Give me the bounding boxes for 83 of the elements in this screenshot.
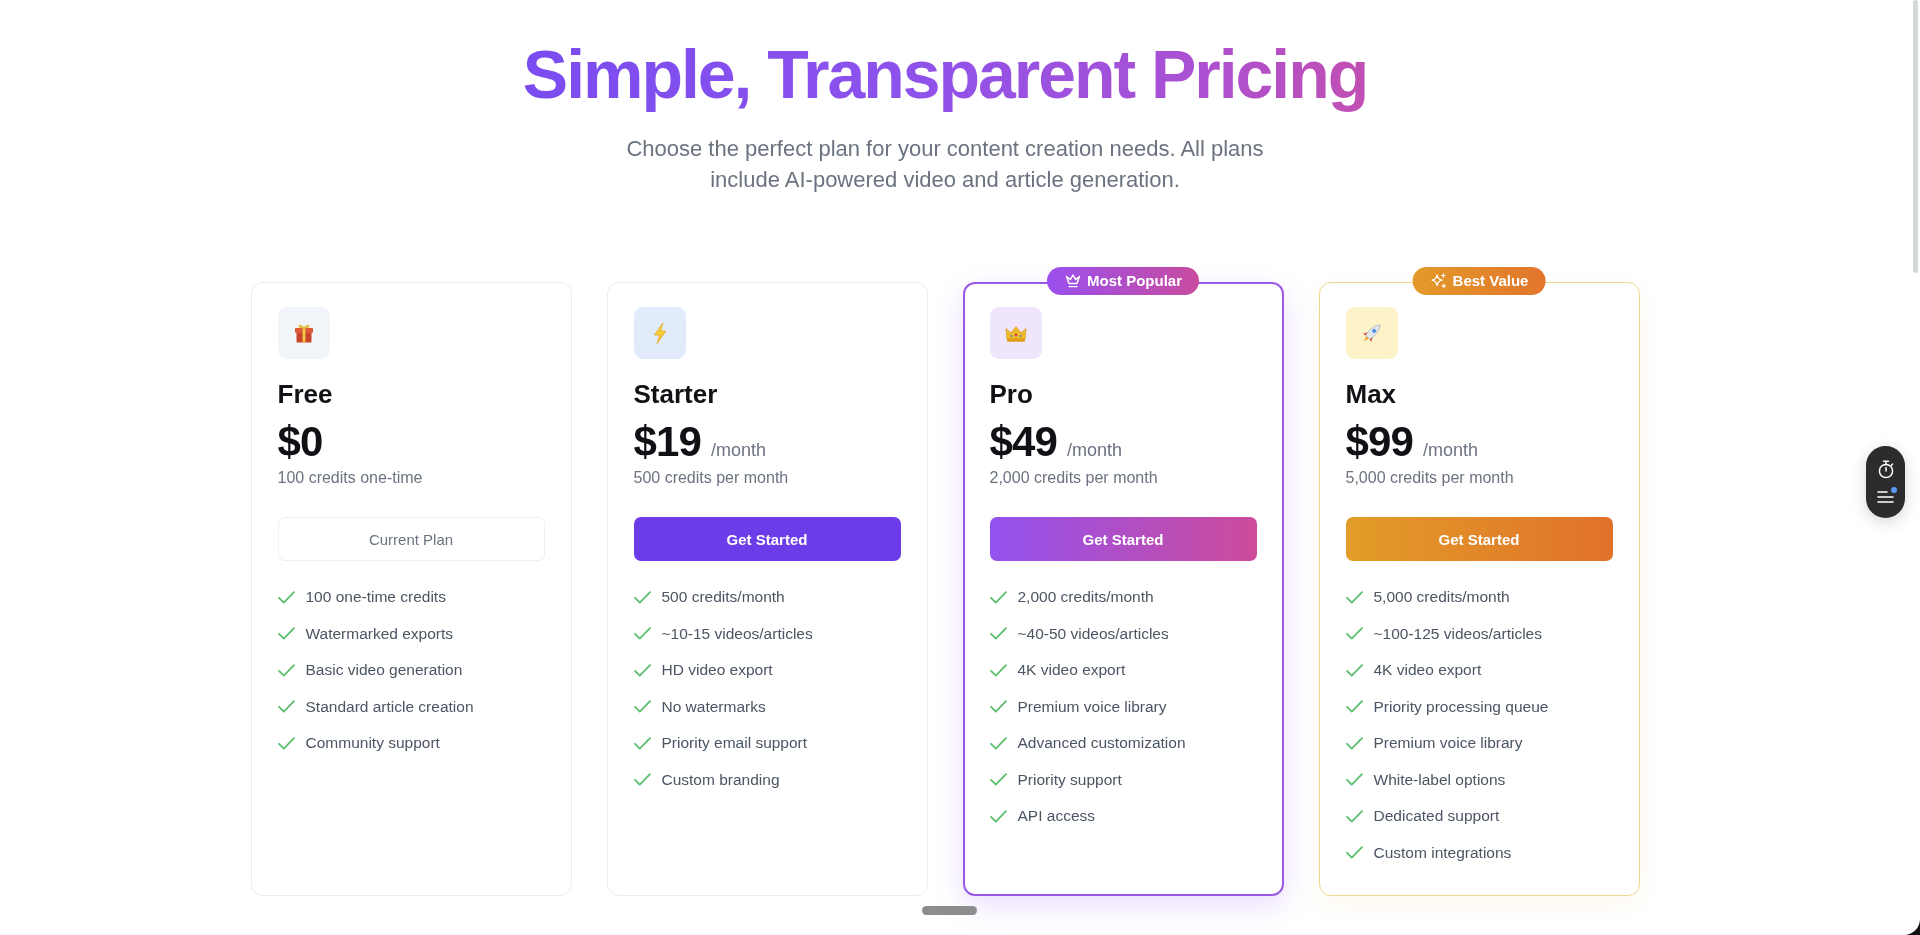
check-icon bbox=[277, 700, 295, 713]
crown-icon bbox=[989, 307, 1042, 359]
plan-price: $0 bbox=[277, 418, 323, 466]
feature-text: No watermarks bbox=[661, 696, 766, 717]
feature-text: Priority support bbox=[1017, 769, 1122, 790]
feature-text: Custom branding bbox=[661, 769, 780, 790]
feature-text: ~40-50 videos/articles bbox=[1017, 623, 1169, 644]
feature-text: Priority email support bbox=[661, 733, 808, 753]
check-icon bbox=[989, 700, 1007, 713]
feature-text: Custom integrations bbox=[1373, 842, 1512, 863]
check-icon bbox=[277, 736, 295, 750]
billing-period: /month bbox=[1423, 439, 1479, 462]
feature-text: 5,000 credits/month bbox=[1373, 587, 1510, 607]
feature-text: Watermarked exports bbox=[305, 623, 454, 644]
plan-button[interactable]: Get Started bbox=[633, 517, 901, 561]
check-icon bbox=[989, 590, 1007, 604]
sparkles-icon bbox=[1430, 273, 1447, 289]
feature-text: Standard article creation bbox=[305, 696, 474, 717]
check-icon bbox=[277, 590, 295, 604]
plan-price: $49 bbox=[989, 418, 1058, 466]
scrollbar-thumb[interactable] bbox=[1913, 0, 1918, 273]
check-icon bbox=[989, 736, 1007, 750]
check-icon bbox=[989, 663, 1007, 677]
menu-icon[interactable] bbox=[1877, 490, 1894, 504]
check-icon bbox=[277, 627, 295, 640]
feature-text: API access bbox=[1017, 806, 1096, 826]
credits-note: 500 credits per month bbox=[633, 468, 789, 488]
credits-note: 100 credits one-time bbox=[277, 468, 423, 488]
plan-price: $99 bbox=[1345, 418, 1414, 466]
check-icon bbox=[633, 590, 651, 604]
check-icon bbox=[1345, 736, 1363, 750]
billing-period: /month bbox=[1067, 439, 1123, 462]
check-icon bbox=[989, 627, 1007, 640]
check-icon bbox=[989, 773, 1007, 786]
check-icon bbox=[1345, 590, 1363, 604]
drag-handle[interactable] bbox=[922, 906, 977, 915]
check-icon bbox=[633, 773, 651, 786]
check-icon bbox=[633, 627, 651, 640]
stopwatch-icon[interactable] bbox=[1876, 460, 1895, 479]
credits-note: 5,000 credits per month bbox=[1345, 468, 1514, 488]
plan-price: $19 bbox=[633, 418, 702, 466]
check-icon bbox=[1345, 663, 1363, 677]
check-icon bbox=[1345, 627, 1363, 640]
plan-button[interactable]: Get Started bbox=[1345, 517, 1613, 561]
feature-text: Priority processing queue bbox=[1373, 696, 1549, 717]
feature-text: Community support bbox=[305, 733, 440, 753]
check-icon bbox=[1345, 773, 1363, 786]
feature-text: HD video export bbox=[661, 660, 773, 680]
check-icon bbox=[277, 663, 295, 677]
feature-text: 100 one-time credits bbox=[305, 587, 446, 607]
page-subtitle: Choose the perfect plan for your content creation needs. All plans include AI-powered video and article generation. bbox=[625, 135, 1265, 194]
feature-text: Advanced customization bbox=[1017, 733, 1186, 753]
feature-text: 4K video export bbox=[1373, 660, 1482, 680]
rocket-icon bbox=[1345, 307, 1398, 359]
billing-period: /month bbox=[711, 439, 767, 462]
feature-text: 500 credits/month bbox=[661, 587, 785, 607]
feature-text: ~10-15 videos/articles bbox=[661, 623, 813, 644]
check-icon bbox=[989, 809, 1007, 823]
feature-text: 4K video export bbox=[1017, 660, 1126, 680]
check-icon bbox=[633, 700, 651, 713]
plan-button[interactable]: Get Started bbox=[989, 517, 1257, 561]
check-icon bbox=[1345, 809, 1363, 823]
plan-name: Free bbox=[277, 378, 333, 410]
feature-text: Basic video generation bbox=[305, 660, 463, 680]
plan-name: Starter bbox=[633, 378, 718, 410]
credits-note: 2,000 credits per month bbox=[989, 468, 1158, 488]
feature-text: Premium voice library bbox=[1017, 696, 1167, 717]
feature-text: 2,000 credits/month bbox=[1017, 587, 1154, 607]
check-icon bbox=[1345, 700, 1363, 713]
badge-label: Most Popular bbox=[1087, 271, 1182, 291]
lightning-icon bbox=[633, 307, 686, 359]
badge-label: Best Value bbox=[1452, 271, 1529, 291]
check-icon bbox=[1345, 846, 1363, 859]
check-icon bbox=[633, 663, 651, 677]
feature-text: Premium voice library bbox=[1373, 733, 1523, 753]
crown-icon bbox=[1065, 274, 1081, 288]
feature-text: Dedicated support bbox=[1373, 806, 1500, 826]
check-icon bbox=[633, 736, 651, 750]
plan-name: Pro bbox=[989, 378, 1033, 410]
feature-text: ~100-125 videos/articles bbox=[1373, 623, 1542, 644]
feature-text: White-label options bbox=[1373, 769, 1506, 790]
gift-icon bbox=[277, 307, 330, 359]
plan-name: Max bbox=[1345, 378, 1397, 410]
